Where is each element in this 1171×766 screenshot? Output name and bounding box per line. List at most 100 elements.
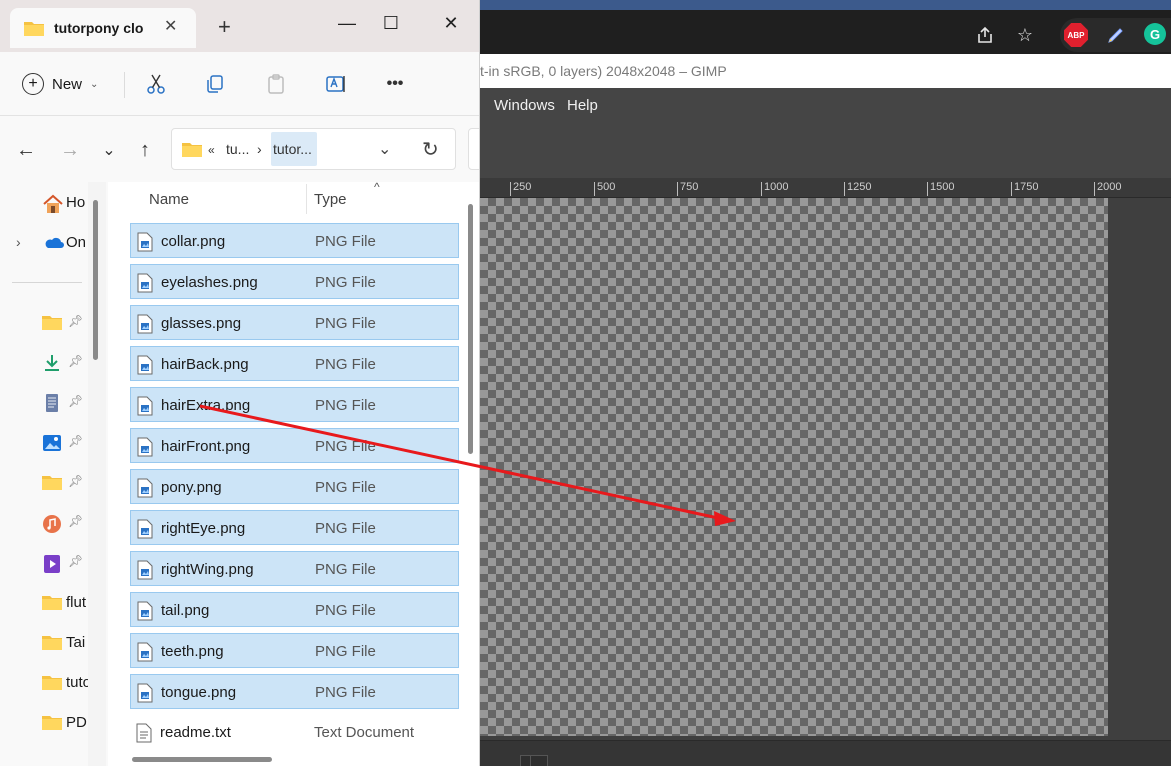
status-button[interactable] xyxy=(530,755,548,766)
copy-icon[interactable] xyxy=(201,70,229,98)
menu-windows[interactable]: Windows xyxy=(494,97,555,114)
nav-folder-flutter[interactable]: flut xyxy=(0,588,92,618)
search-box[interactable] xyxy=(468,128,479,170)
nav-home-label: Ho xyxy=(66,194,86,211)
expand-chevron-icon[interactable]: › xyxy=(16,234,21,250)
breadcrumb-separator[interactable]: › xyxy=(257,141,262,157)
recent-locations-chevron-icon[interactable]: ⌄ xyxy=(97,138,121,162)
image-file-icon xyxy=(137,683,153,708)
quick-access-folder[interactable]: 📌︎ xyxy=(0,468,92,498)
file-name: eyelashes.png xyxy=(161,274,258,291)
cut-icon[interactable] xyxy=(142,70,170,98)
bookmark-star-icon[interactable]: ☆ xyxy=(1012,22,1038,48)
file-row[interactable]: hairBack.png PNG File xyxy=(130,346,459,381)
videos-icon xyxy=(42,554,62,573)
more-options-icon[interactable]: ••• xyxy=(381,70,409,98)
new-tab-button[interactable]: + xyxy=(218,16,231,38)
file-name: readme.txt xyxy=(160,724,231,741)
folder-icon xyxy=(24,20,44,41)
file-type: PNG File xyxy=(315,438,376,455)
file-row[interactable]: rightEye.png PNG File xyxy=(130,510,459,545)
file-row[interactable]: hairFront.png PNG File xyxy=(130,428,459,463)
column-divider[interactable] xyxy=(306,184,307,214)
file-type: PNG File xyxy=(315,684,376,701)
address-dropdown-chevron-icon[interactable]: ⌄ xyxy=(378,139,391,159)
file-row[interactable]: teeth.png PNG File xyxy=(130,633,459,668)
quick-access-documents[interactable]: 📌︎ xyxy=(0,388,92,418)
quick-access-pictures[interactable]: 📌︎ xyxy=(0,428,92,458)
overflow-chevron[interactable]: « xyxy=(208,143,215,157)
file-row[interactable]: collar.png PNG File xyxy=(130,223,459,258)
breadcrumb-current[interactable]: tutor... xyxy=(273,141,312,157)
quick-access-videos[interactable]: 📌︎ xyxy=(0,548,92,578)
onedrive-cloud-icon xyxy=(42,234,64,252)
file-name: pony.png xyxy=(161,479,222,496)
file-row[interactable]: glasses.png PNG File xyxy=(130,305,459,340)
explorer-tab[interactable]: tutorpony clo ✕ xyxy=(10,8,196,48)
nav-folder-label: flut xyxy=(66,594,87,611)
quick-access-desktop[interactable]: 📌︎ xyxy=(0,308,92,338)
breadcrumb-parent[interactable]: tu... xyxy=(226,141,249,157)
ruler-tick: 1000 xyxy=(761,182,788,196)
share-icon[interactable] xyxy=(972,22,998,48)
file-row[interactable]: tongue.png PNG File xyxy=(130,674,459,709)
nav-item-home[interactable]: Ho xyxy=(0,188,92,218)
nav-pane-scrollbar[interactable] xyxy=(93,200,98,360)
column-name-header[interactable]: Name xyxy=(149,191,189,208)
folder-icon xyxy=(182,141,202,162)
folder-icon xyxy=(42,634,62,652)
address-bar[interactable]: « tu... › tutor... ⌄ ↻ xyxy=(171,128,456,170)
maximize-button[interactable]: ☐ xyxy=(368,8,414,38)
file-type: PNG File xyxy=(315,479,376,496)
navigation-pane: Ho › On 📌︎ 📌︎ 📌︎ 📌︎ 📌︎ 📌︎ 📌︎ flut Tai tu… xyxy=(0,182,92,766)
file-type: PNG File xyxy=(315,602,376,619)
divider xyxy=(124,72,125,98)
nav-folder-tutor[interactable]: tuto xyxy=(0,668,92,698)
file-explorer-window: tutorpony clo ✕ + — ☐ ✕ + New ⌄ ••• ← → … xyxy=(0,0,480,766)
file-row[interactable]: eyelashes.png PNG File xyxy=(130,264,459,299)
ruler-tick: 250 xyxy=(510,182,531,196)
file-list-horizontal-scrollbar[interactable] xyxy=(132,757,272,762)
file-row[interactable]: tail.png PNG File xyxy=(130,592,459,627)
gimp-menubar: Windows Help xyxy=(480,88,1171,122)
file-type: Text Document xyxy=(314,724,415,741)
image-file-icon xyxy=(137,355,153,380)
close-window-button[interactable]: ✕ xyxy=(428,8,474,38)
file-row[interactable]: rightWing.png PNG File xyxy=(130,551,459,586)
file-row[interactable]: pony.png PNG File xyxy=(130,469,459,504)
file-type: PNG File xyxy=(315,561,376,578)
gimp-window-title: t-in sRGB, 0 layers) 2048x2048 – GIMP xyxy=(480,54,1171,88)
file-row[interactable]: hairExtra.png PNG File xyxy=(130,387,459,422)
file-list-vertical-scrollbar[interactable] xyxy=(468,204,473,454)
minimize-button[interactable]: — xyxy=(324,8,370,38)
plus-icon: + xyxy=(22,73,44,95)
pen-tool-icon[interactable] xyxy=(1104,23,1128,47)
nav-folder-pd[interactable]: PD xyxy=(0,708,92,738)
transparent-image-canvas[interactable] xyxy=(480,198,1108,736)
close-tab-icon[interactable]: ✕ xyxy=(164,16,177,36)
pictures-icon xyxy=(42,434,62,452)
menu-help[interactable]: Help xyxy=(567,97,598,114)
back-arrow-icon[interactable]: ← xyxy=(14,138,38,162)
refresh-icon[interactable]: ↻ xyxy=(422,137,439,162)
quick-access-music[interactable]: 📌︎ xyxy=(0,508,92,538)
file-row[interactable]: readme.txt Text Document xyxy=(130,715,459,750)
rename-icon[interactable] xyxy=(322,70,350,98)
up-arrow-icon[interactable]: ↑ xyxy=(133,138,157,162)
file-name: rightEye.png xyxy=(161,520,246,537)
file-name: tail.png xyxy=(161,602,210,619)
text-file-icon xyxy=(136,723,152,748)
forward-arrow-icon[interactable]: → xyxy=(58,138,82,162)
column-header: ^ Name Type xyxy=(108,180,460,216)
grammarly-icon[interactable]: G xyxy=(1144,23,1166,45)
nav-item-onedrive[interactable]: › On xyxy=(0,228,92,258)
quick-access-downloads[interactable]: 📌︎ xyxy=(0,348,92,378)
new-button[interactable]: + New ⌄ xyxy=(22,70,98,98)
column-type-header[interactable]: Type xyxy=(314,191,347,208)
pin-icon: 📌︎ xyxy=(68,514,84,528)
paste-icon[interactable] xyxy=(262,70,290,98)
folder-icon xyxy=(42,314,62,332)
nav-folder-tai[interactable]: Tai xyxy=(0,628,92,658)
file-list: ^ Name Type collar.png PNG File eyelashes.… xyxy=(108,180,479,766)
command-bar: + New ⌄ ••• xyxy=(0,52,479,116)
